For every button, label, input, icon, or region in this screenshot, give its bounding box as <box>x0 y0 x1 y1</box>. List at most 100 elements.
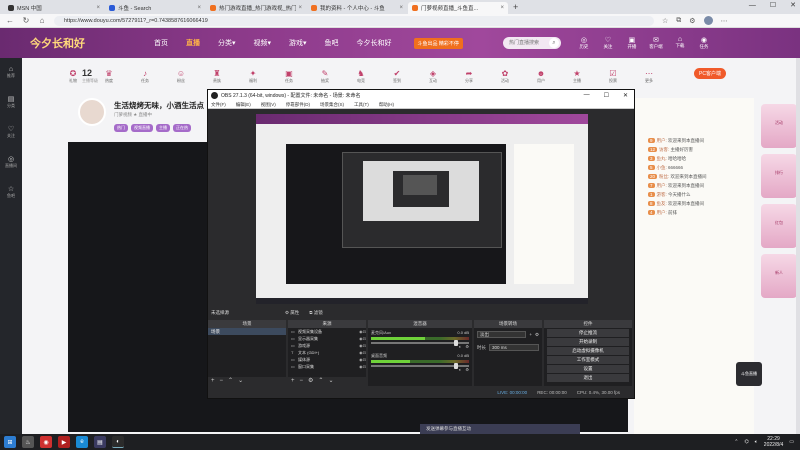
obs-menu-item[interactable]: 工具(T) <box>354 100 369 108</box>
tab-close-icon[interactable]: × <box>197 5 201 11</box>
source-item[interactable]: ▭ 显示器采集 ◉ ⊡ <box>288 335 366 342</box>
chat-username[interactable]: 鱼丸: <box>657 156 669 161</box>
ad-card[interactable]: 活动 <box>761 104 797 148</box>
room-tool-button[interactable]: ⋯ 更多 <box>642 69 656 84</box>
transition-add-icon[interactable]: + <box>529 332 532 337</box>
profile-avatar[interactable] <box>703 16 713 25</box>
obs-control-button[interactable]: 退出 <box>547 374 629 382</box>
obs-menu-item[interactable]: 帮助(H) <box>379 100 394 108</box>
transition-settings-icon[interactable]: ⚙ <box>535 332 539 338</box>
taskbar-app-icon[interactable]: e <box>76 436 88 448</box>
obs-preview[interactable] <box>256 114 588 304</box>
taskbar-app-icon[interactable]: ⊞ <box>4 436 16 448</box>
room-tool-button[interactable]: ♛ 热度 <box>102 69 116 84</box>
remove-source-button[interactable]: − <box>300 377 304 386</box>
move-up-icon[interactable]: ⌃ <box>228 377 233 386</box>
room-tool-button[interactable]: ☺ 粉丝 <box>174 69 188 84</box>
obs-close-button[interactable]: ✕ <box>623 92 628 99</box>
more-icon[interactable]: ⋯ <box>721 17 728 25</box>
lock-icon[interactable]: ⊡ <box>363 363 366 370</box>
sidebar-item[interactable]: ⌂ 推荐 <box>7 66 15 79</box>
chat-username[interactable]: 粉丝: <box>659 174 671 179</box>
favorite-icon[interactable]: ☆ <box>662 17 668 25</box>
scene-item[interactable]: 场景 <box>208 328 286 335</box>
room-tool-button[interactable]: ★ 主播 <box>570 69 584 84</box>
chat-username[interactable]: 鱼友: <box>657 201 669 206</box>
browser-tab[interactable]: 我的资料 - 个人中心 - 斗鱼 × <box>307 2 407 14</box>
lock-icon[interactable]: ⊡ <box>363 328 366 335</box>
header-icon-button[interactable]: ✉ 客户端 <box>649 36 663 50</box>
speaker-icon[interactable]: 🔈︎ <box>459 344 461 349</box>
chat-username[interactable]: 访客: <box>659 147 671 152</box>
source-item[interactable]: T 文本 (GDI+) ◉ ⊡ <box>288 349 366 356</box>
lock-icon[interactable]: ⊡ <box>363 349 366 356</box>
home-icon[interactable]: ⌂ <box>38 16 46 25</box>
ad-card[interactable]: 排行 <box>761 154 797 198</box>
mixer-settings-icon[interactable]: ⚙ <box>465 344 469 349</box>
obs-menu-item[interactable]: 文件(F) <box>211 100 226 108</box>
tab-close-icon[interactable]: × <box>500 5 504 11</box>
add-source-button[interactable]: + <box>291 377 295 386</box>
maximize-button[interactable]: ☐ <box>770 0 776 12</box>
room-tool-button[interactable]: ♪ 任务 <box>138 69 152 84</box>
nav-item[interactable]: 分类▾ <box>218 38 236 48</box>
room-tag[interactable]: 主播 <box>156 124 170 132</box>
source-item[interactable]: ▭ 视频采集设备 ◉ ⊡ <box>288 328 366 335</box>
tab-close-icon[interactable]: × <box>96 5 100 11</box>
source-item[interactable]: ▭ 媒体源 ◉ ⊡ <box>288 356 366 363</box>
promo-badge[interactable]: 斗鱼出品 精彩不停 <box>413 37 463 49</box>
chat-username[interactable]: 用户: <box>657 210 669 215</box>
filters-button[interactable]: ⧉ 滤镜 <box>309 310 322 316</box>
room-tag[interactable]: 热门 <box>114 124 128 132</box>
obs-menu-item[interactable]: 视图(V) <box>261 100 276 108</box>
move-up-icon[interactable]: ⌃ <box>318 377 323 386</box>
nav-item[interactable]: 直播 <box>186 38 200 48</box>
sidebar-item[interactable]: ▤ 分类 <box>7 95 15 109</box>
add-scene-button[interactable]: + <box>211 377 215 386</box>
obs-control-button[interactable]: 工作室模式 <box>547 356 629 364</box>
streamer-avatar[interactable] <box>78 98 106 126</box>
chat-input-prompt[interactable]: 发送弹幕参与直播互动 <box>420 424 580 434</box>
obs-control-button[interactable]: 设置 <box>547 365 629 373</box>
room-tool-button[interactable]: ♜ 贵族 <box>210 69 224 84</box>
sidebar-item[interactable]: ◎ 直播间 <box>5 155 17 169</box>
taskbar-app-icon[interactable]: ◉ <box>40 436 52 448</box>
taskbar-app-icon[interactable]: ▶ <box>58 436 70 448</box>
room-tool-button[interactable]: ▣ 任务 <box>282 69 296 84</box>
taskbar-app-icon[interactable]: ▤ <box>94 436 106 448</box>
tab-close-icon[interactable]: × <box>399 5 403 11</box>
address-input[interactable]: https://www.douyu.com/5727911?_r=0.74385… <box>54 15 654 26</box>
obs-menu-item[interactable]: 编辑(E) <box>236 100 251 108</box>
nav-item[interactable]: 首页 <box>154 38 168 48</box>
page-scrollbar[interactable] <box>796 58 800 434</box>
speaker-icon[interactable]: 🔈︎ <box>459 367 461 372</box>
room-tag[interactable]: 视频直播 <box>131 124 153 132</box>
ad-card[interactable]: 新人 <box>761 254 797 298</box>
nav-item[interactable]: 鱼吧 <box>325 38 339 48</box>
obs-control-button[interactable]: 开始录制 <box>547 338 629 346</box>
header-icon-button[interactable]: ◉ 任务 <box>697 36 711 50</box>
transition-select[interactable]: 淡出 <box>477 331 527 338</box>
obs-minimize-button[interactable]: — <box>584 92 590 99</box>
room-tool-button[interactable]: ♞ 电竞 <box>354 69 368 84</box>
taskbar-app-icon[interactable]: ◐ <box>112 436 124 448</box>
nav-item[interactable]: 今夕长和好 <box>357 38 392 48</box>
chat-username[interactable]: 游客: <box>657 192 669 197</box>
minimize-button[interactable]: — <box>749 0 756 12</box>
room-tag[interactable]: 正在热 <box>173 124 191 132</box>
sidebar-item[interactable]: ☆ 鱼吧 <box>7 185 15 199</box>
new-tab-button[interactable]: + <box>513 2 518 14</box>
obs-maximize-button[interactable]: ☐ <box>604 92 609 99</box>
pc-client-button[interactable]: PC客户端 <box>694 68 726 79</box>
room-tool-button[interactable]: ✔ 签到 <box>390 69 404 84</box>
room-tool-button[interactable]: ✪ 礼物 <box>66 69 80 84</box>
nav-item[interactable]: 游戏▾ <box>289 38 307 48</box>
ad-card[interactable]: 红包 <box>761 204 797 248</box>
move-down-icon[interactable]: ⌄ <box>328 377 333 386</box>
room-tool-button[interactable]: ✎ 抽奖 <box>318 69 332 84</box>
duration-input[interactable]: 300 ms <box>489 344 539 351</box>
volume-icon[interactable]: 🔈︎ <box>755 439 758 445</box>
source-settings-icon[interactable]: ⚙ <box>308 377 313 386</box>
room-tool-button[interactable]: ☻ 用户 <box>534 69 548 84</box>
sidebar-item[interactable]: ♡ 关注 <box>7 125 15 139</box>
